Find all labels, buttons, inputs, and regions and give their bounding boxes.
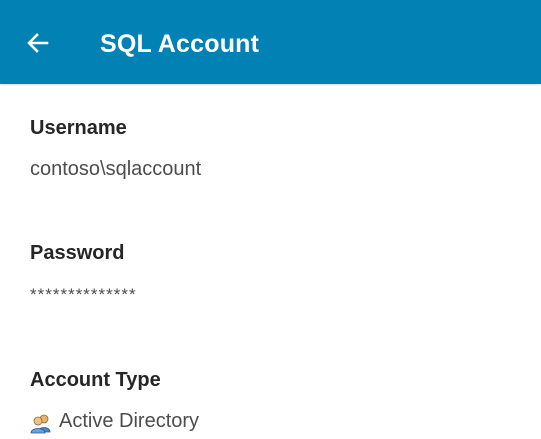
password-label: Password <box>30 242 125 264</box>
page-title: SQL Account <box>100 30 260 58</box>
back-button[interactable] <box>26 31 50 55</box>
account-type-label: Account Type <box>30 369 161 391</box>
username-label: Username <box>30 117 127 139</box>
app-bar: SQL Account <box>0 0 541 84</box>
arrow-left-icon <box>27 33 49 53</box>
account-type-value: Active Directory <box>59 410 200 432</box>
username-value: contoso\sqlaccount <box>30 158 202 180</box>
active-directory-user-icon <box>30 412 52 434</box>
password-value: ************** <box>30 285 137 304</box>
